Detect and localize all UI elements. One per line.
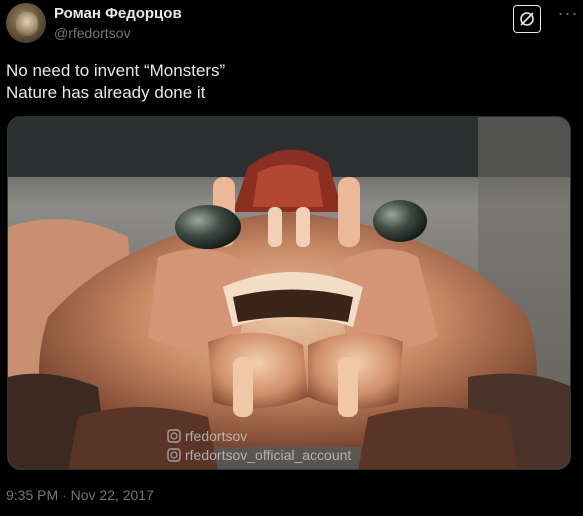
tweet-text-line: No need to invent “Monsters” <box>6 61 226 80</box>
more-icon: ··· <box>557 3 579 23</box>
avatar-image <box>16 12 38 36</box>
avatar[interactable] <box>6 3 46 43</box>
tweet-text-line: Nature has already done it <box>6 83 206 102</box>
tweet-text: No need to invent “Monsters” Nature has … <box>6 60 566 104</box>
watermark-line-2: rfedortsov_official_account <box>185 447 351 463</box>
crab-photo: rfedortsov rfedortsov_official_account <box>8 117 570 469</box>
tweet-timestamp[interactable]: 9:35 PM · Nov 22, 2017 <box>6 487 154 503</box>
grok-icon <box>520 12 534 26</box>
tweet-media[interactable]: rfedortsov rfedortsov_official_account <box>7 116 571 470</box>
author-display-name[interactable]: Роман Федорцов <box>54 5 182 22</box>
watermark-line-1: rfedortsov <box>185 428 247 444</box>
author-handle[interactable]: @rfedortsov <box>54 25 130 41</box>
more-button[interactable]: ··· <box>557 4 579 26</box>
grok-button[interactable] <box>513 5 541 33</box>
